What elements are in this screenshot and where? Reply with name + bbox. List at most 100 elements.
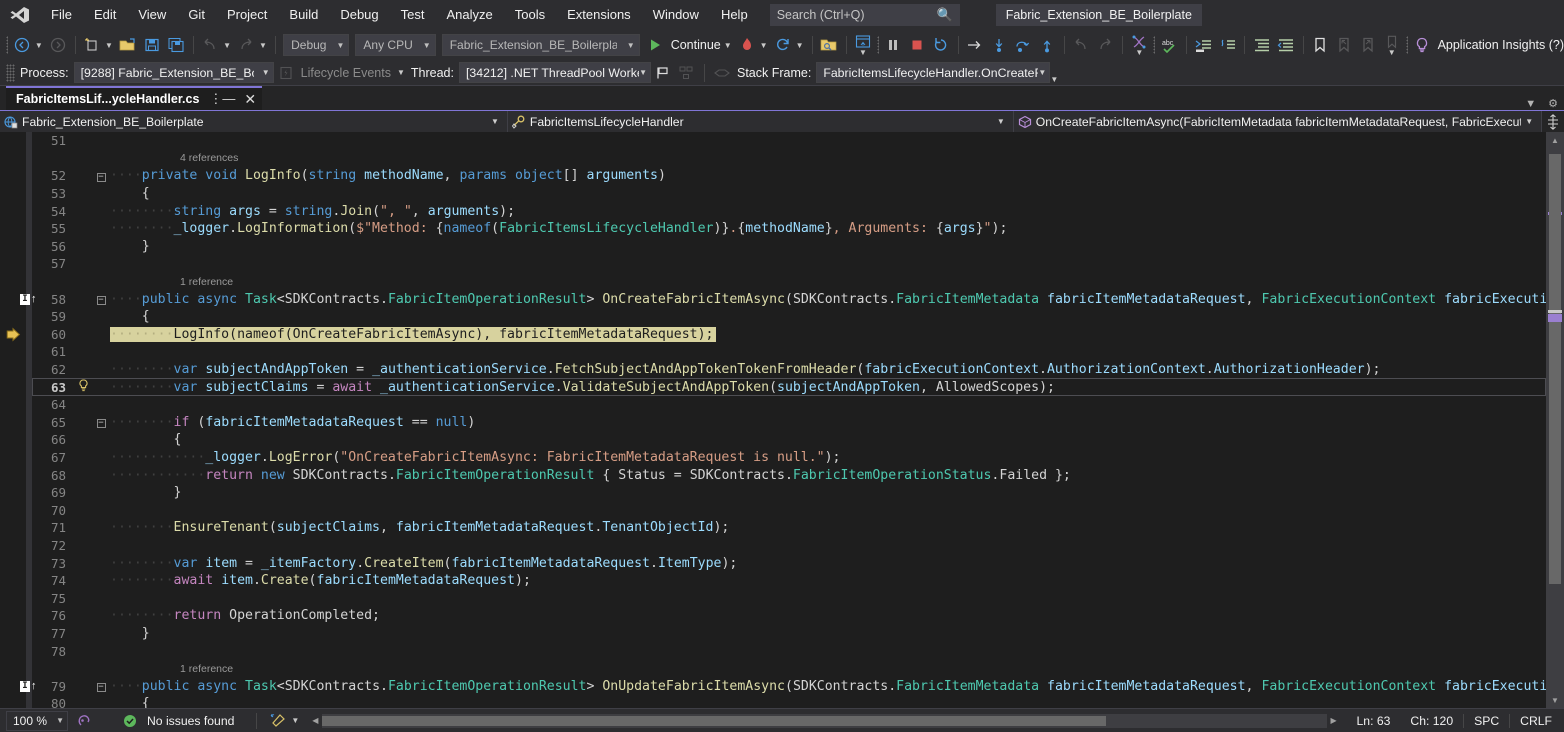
menu-help[interactable]: Help bbox=[710, 0, 759, 30]
debug-overflow-group[interactable]: ▼ bbox=[1050, 63, 1058, 83]
code-line[interactable]: 59 { bbox=[32, 308, 1546, 326]
code-line[interactable]: 61 bbox=[32, 343, 1546, 361]
menu-window[interactable]: Window bbox=[642, 0, 710, 30]
code-line[interactable]: 68············return new SDKContracts.Fa… bbox=[32, 466, 1546, 484]
code-line[interactable]: 76········return OperationCompleted; bbox=[32, 607, 1546, 625]
toolbar-grip[interactable] bbox=[1406, 36, 1408, 54]
code-line[interactable]: 78 bbox=[32, 642, 1546, 660]
window-layout-group[interactable]: ▼ bbox=[851, 34, 875, 56]
search-input[interactable]: Search (Ctrl+Q) 🔍 bbox=[770, 4, 960, 26]
code-line[interactable]: 65−········if (fabricItemMetadataRequest… bbox=[32, 414, 1546, 432]
code-line[interactable]: 52−····private void LogInfo(string metho… bbox=[32, 167, 1546, 185]
code-line[interactable]: 54········string args = string.Join(", "… bbox=[32, 202, 1546, 220]
code-lens-label[interactable]: 1 reference bbox=[180, 276, 233, 288]
menu-edit[interactable]: Edit bbox=[83, 0, 127, 30]
toolbar-grip[interactable] bbox=[6, 64, 15, 82]
code-line[interactable]: 63········var subjectClaims = await _aut… bbox=[32, 378, 1546, 396]
code-line[interactable]: 77 } bbox=[32, 625, 1546, 643]
clear-bookmarks-group[interactable]: ▼ bbox=[1380, 34, 1404, 56]
menu-file[interactable]: File bbox=[40, 0, 83, 30]
navbar-project-combo[interactable]: Fabric_Extension_BE_Boilerplate ▼ bbox=[0, 111, 508, 132]
clear-bookmarks-dropdown[interactable]: ▼ bbox=[1380, 50, 1404, 56]
stack-frame-combo[interactable]: FabricItemsLifecycleHandler.OnCreateFab … bbox=[816, 62, 1050, 83]
continue-dropdown[interactable]: ▼ bbox=[723, 41, 735, 50]
toolbar-grip[interactable] bbox=[877, 36, 879, 54]
code-line[interactable]: 69 } bbox=[32, 484, 1546, 502]
redo-icon[interactable] bbox=[1093, 33, 1117, 57]
restart-debug-icon[interactable] bbox=[929, 33, 953, 57]
platform-combo[interactable]: Any CPU ▼ bbox=[355, 34, 435, 56]
vertical-scrollbar[interactable]: ▲ ▼ bbox=[1546, 132, 1564, 708]
navbar-type-combo[interactable]: FabricItemsLifecycleHandler ▼ bbox=[508, 111, 1014, 132]
next-bookmark-icon[interactable] bbox=[1356, 33, 1380, 57]
menu-build[interactable]: Build bbox=[278, 0, 329, 30]
flag-thread-icon[interactable] bbox=[651, 61, 675, 85]
collapse-region-icon[interactable]: − bbox=[92, 170, 110, 182]
undo-dropdown[interactable]: ▼ bbox=[222, 41, 234, 50]
toggle-bookmark-icon[interactable] bbox=[1308, 33, 1332, 57]
lifecycle-events-icon[interactable] bbox=[274, 61, 298, 85]
intellicode-icon[interactable] bbox=[72, 709, 96, 732]
menu-extensions[interactable]: Extensions bbox=[556, 0, 642, 30]
scroll-up-icon[interactable]: ▲ bbox=[1546, 132, 1564, 148]
code-lens-reference[interactable]: 4 references bbox=[32, 150, 1546, 168]
code-cleanup-icon[interactable] bbox=[266, 709, 290, 732]
code-line[interactable]: 62········var subjectAndAppToken = _auth… bbox=[32, 361, 1546, 379]
code-line[interactable]: 75 bbox=[32, 589, 1546, 607]
undo-icon[interactable] bbox=[198, 33, 222, 57]
pin-icon[interactable]: ⋮— bbox=[209, 91, 235, 107]
horizontal-scrollbar[interactable]: ◀ ▶ bbox=[308, 713, 1340, 729]
code-surface[interactable]: 514 references52−····private void LogInf… bbox=[32, 132, 1546, 708]
document-tab-fabricitemslifecyclehandler[interactable]: FabricItemsLif...ycleHandler.cs ⋮— ✕ bbox=[6, 86, 262, 110]
previous-bookmark-icon[interactable] bbox=[1332, 33, 1356, 57]
menu-project[interactable]: Project bbox=[216, 0, 278, 30]
close-icon[interactable]: ✕ bbox=[244, 91, 256, 108]
decrease-indent-icon[interactable] bbox=[1274, 33, 1298, 57]
code-line[interactable]: 80 { bbox=[32, 695, 1546, 708]
lifecycle-events-dropdown[interactable]: ▼ bbox=[396, 68, 408, 77]
zoom-combo[interactable]: 100 % ▼ bbox=[6, 711, 68, 731]
new-item-dropdown[interactable]: ▼ bbox=[104, 41, 116, 50]
code-line[interactable]: 73········var item = _itemFactory.Create… bbox=[32, 554, 1546, 572]
stop-icon[interactable] bbox=[905, 33, 929, 57]
scroll-right-icon[interactable]: ▶ bbox=[1327, 716, 1341, 725]
thread-combo[interactable]: [34212] .NET ThreadPool Worker ▼ bbox=[459, 62, 651, 83]
code-lens-label[interactable]: 1 reference bbox=[180, 663, 233, 675]
toolbar-grip[interactable] bbox=[1153, 36, 1155, 54]
pause-icon[interactable] bbox=[881, 33, 905, 57]
code-line[interactable]: 53 { bbox=[32, 185, 1546, 203]
spellcheck-icon[interactable]: abc bbox=[1157, 33, 1181, 57]
restore-down-icon[interactable]: ▼ bbox=[1525, 98, 1536, 110]
scrollbar-thumb[interactable] bbox=[1549, 154, 1561, 584]
code-line[interactable]: 79−····public async Task<SDKContracts.Fa… bbox=[32, 677, 1546, 695]
menu-tools[interactable]: Tools bbox=[504, 0, 556, 30]
lifecycle-events-label[interactable]: Lifecycle Events bbox=[298, 66, 396, 80]
search-folder-icon[interactable] bbox=[817, 33, 841, 57]
issues-status[interactable]: No issues found bbox=[147, 714, 234, 728]
continue-button[interactable]: Continue bbox=[667, 38, 723, 52]
code-line[interactable]: 57 bbox=[32, 255, 1546, 273]
hscroll-thumb[interactable] bbox=[322, 716, 1105, 726]
toolbar-grip[interactable] bbox=[6, 36, 8, 54]
code-line[interactable]: 74········await item.Create(fabricItemMe… bbox=[32, 572, 1546, 590]
split-window-icon[interactable] bbox=[1542, 114, 1564, 130]
lightbulb-icon[interactable] bbox=[1410, 33, 1434, 57]
current-statement-arrow-icon[interactable] bbox=[6, 327, 21, 342]
collapse-region-icon[interactable]: − bbox=[92, 416, 110, 428]
uncomment-selection-icon[interactable] bbox=[1215, 33, 1239, 57]
collapse-region-icon[interactable]: − bbox=[92, 680, 110, 692]
navigate-back-dropdown[interactable]: ▼ bbox=[34, 41, 46, 50]
breakpoint-margin[interactable]: I↑I↑ bbox=[0, 132, 26, 708]
step-out-icon[interactable] bbox=[1035, 33, 1059, 57]
refactor-dropdown[interactable]: ▼ bbox=[1127, 50, 1151, 56]
redo-icon[interactable] bbox=[234, 33, 258, 57]
new-item-icon[interactable] bbox=[80, 33, 104, 57]
gear-icon[interactable]: ⚙ bbox=[1548, 97, 1558, 110]
navigate-forward-icon[interactable] bbox=[46, 33, 70, 57]
save-all-icon[interactable] bbox=[164, 33, 188, 57]
startup-project-combo[interactable]: Fabric_Extension_BE_Boilerplate ▼ bbox=[442, 34, 640, 56]
hot-reload-icon[interactable] bbox=[735, 33, 759, 57]
code-lens-reference[interactable]: 1 reference bbox=[32, 273, 1546, 291]
code-line[interactable]: 56 } bbox=[32, 238, 1546, 256]
window-layout-dropdown[interactable]: ▼ bbox=[851, 50, 875, 56]
